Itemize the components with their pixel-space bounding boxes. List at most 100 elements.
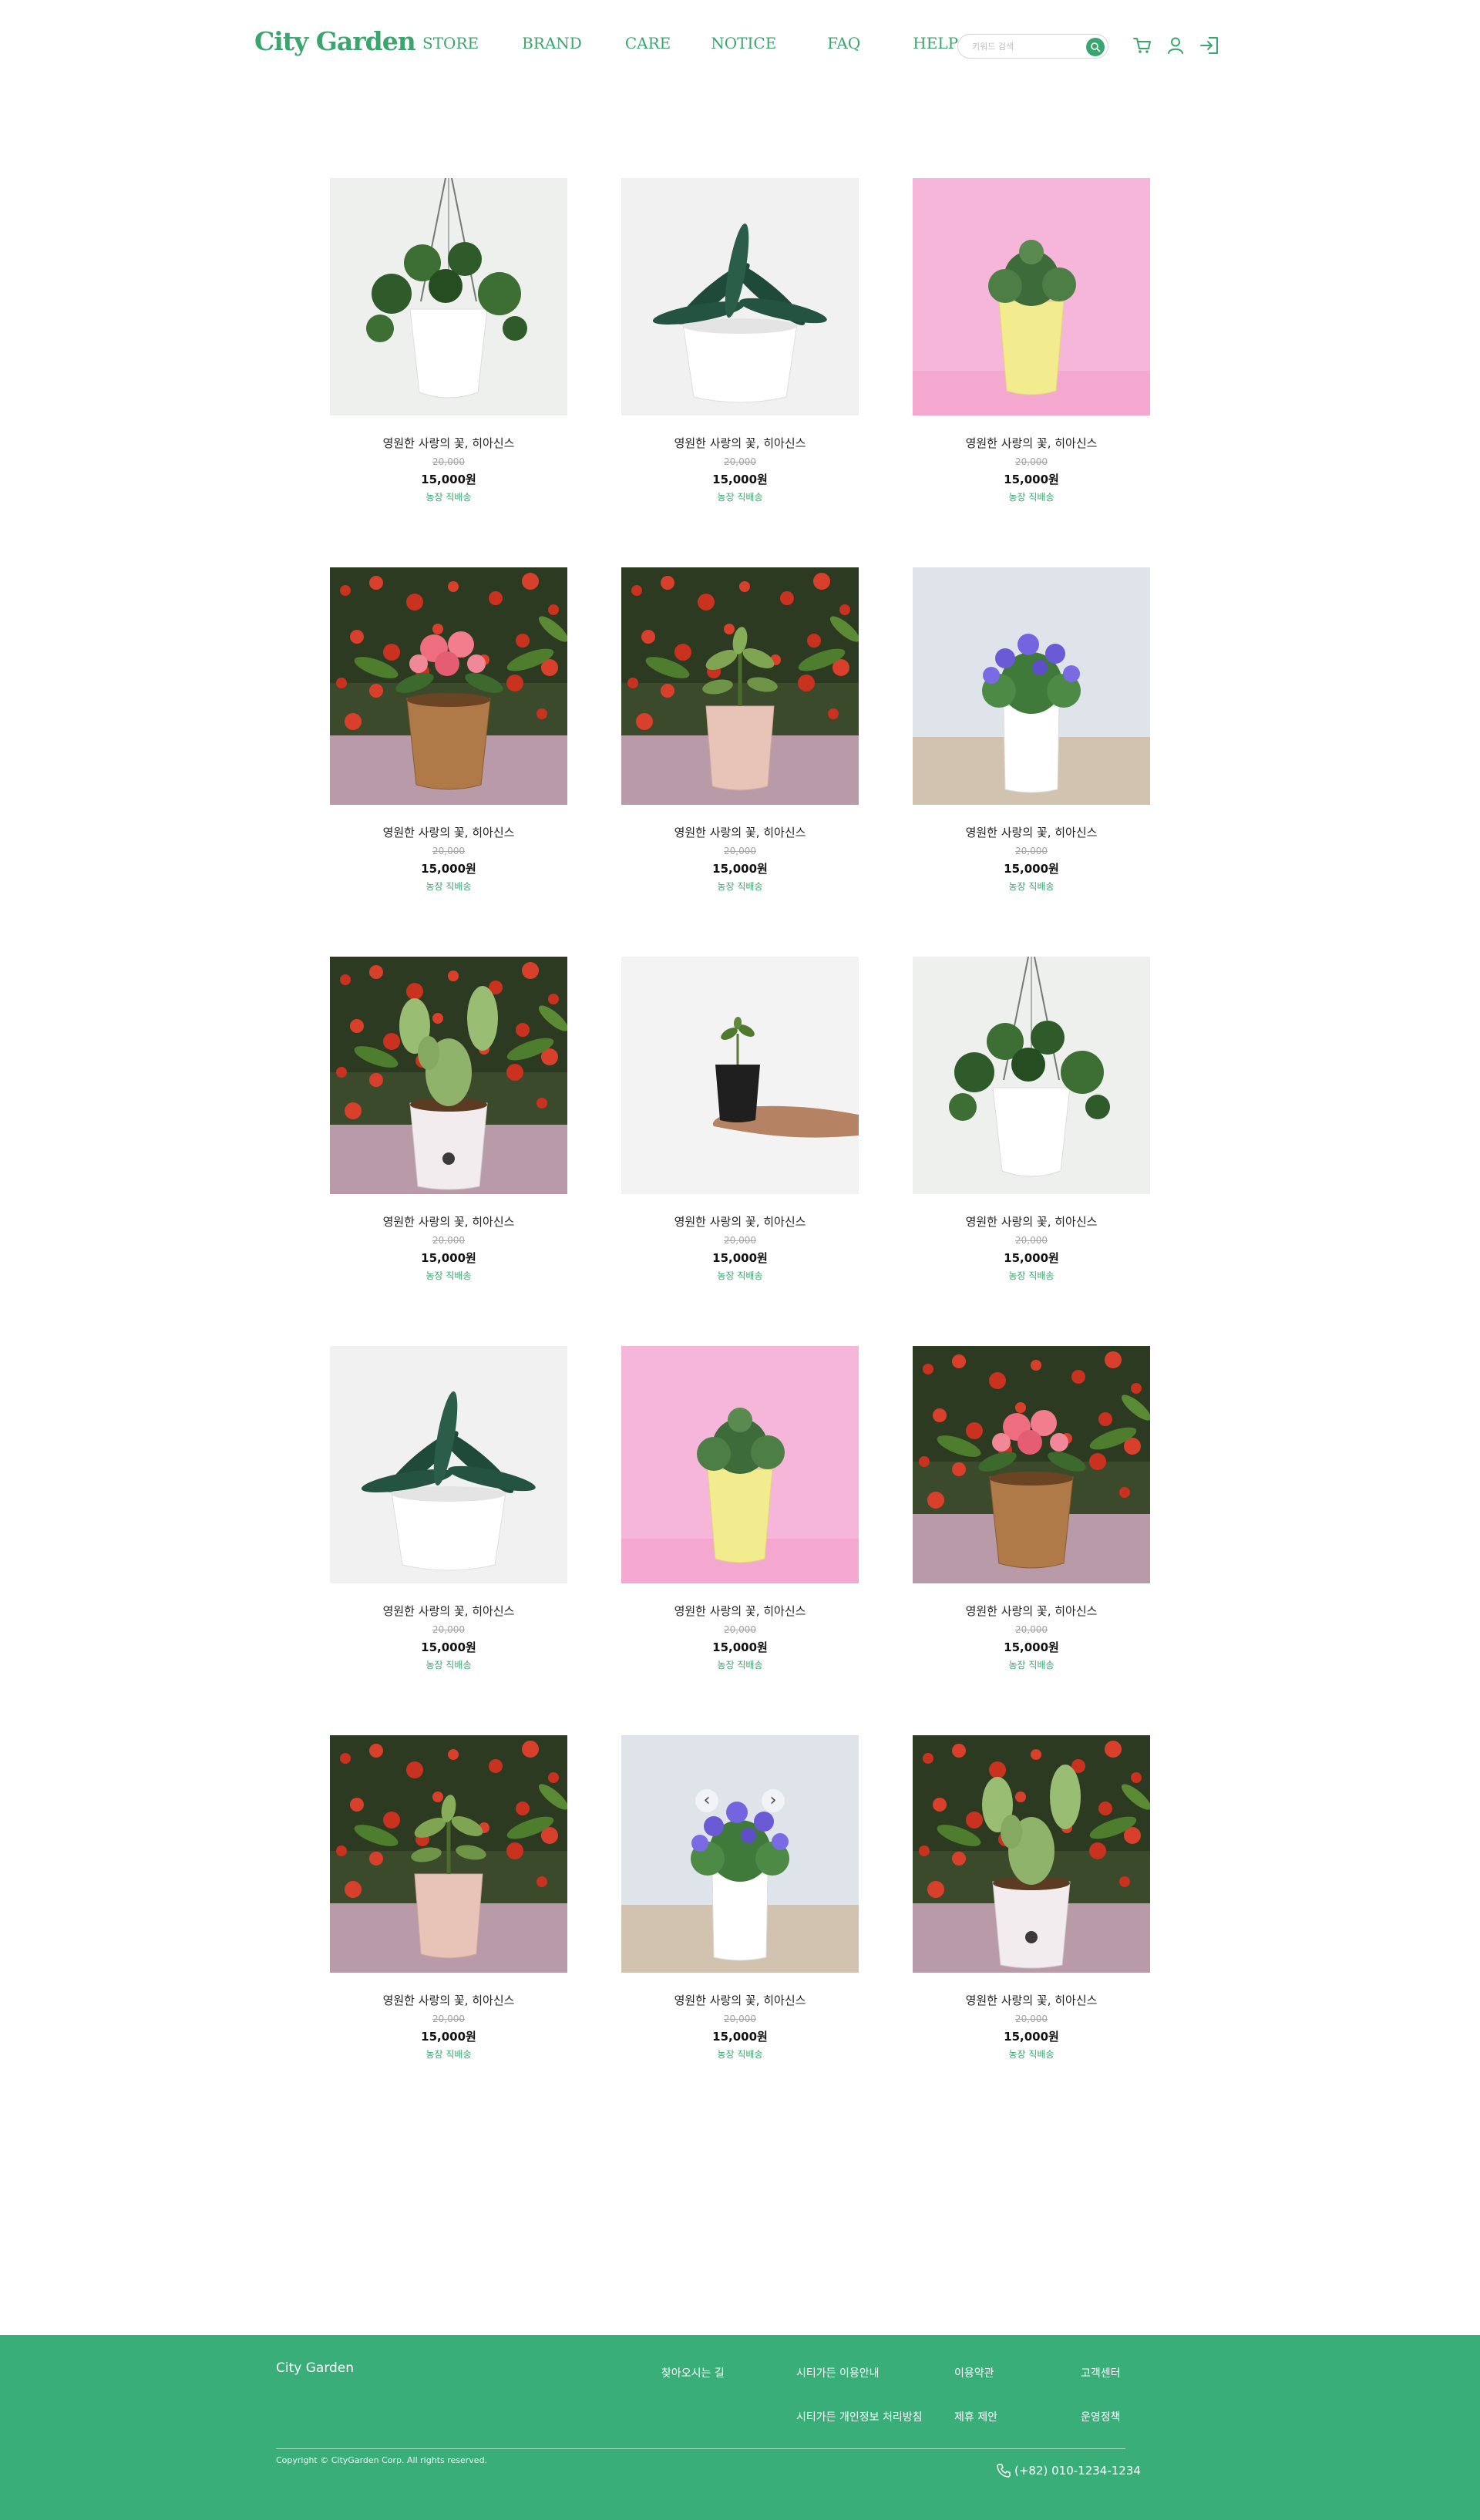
product-image-art (330, 567, 567, 805)
product-name: 영원한 사랑의 꽃, 히아신스 (382, 1604, 515, 1618)
product-price: 15,000원 (1004, 473, 1059, 486)
footer-link-guide[interactable]: 시티가든 이용안내 (796, 2365, 880, 2380)
product-image[interactable] (913, 957, 1150, 1194)
product-original-price: 20,000 (724, 2014, 756, 2024)
product-price: 15,000원 (421, 1251, 476, 1265)
product-name: 영원한 사랑의 꽃, 히아신스 (674, 1215, 806, 1229)
product-card[interactable]: 영원한 사랑의 꽃, 히아신스 20,000 15,000원농장 직배송 (330, 567, 567, 929)
product-image[interactable] (330, 957, 567, 1194)
footer-logo[interactable]: City Garden (276, 2360, 354, 2376)
login-icon (1200, 37, 1218, 54)
product-name: 영원한 사랑의 꽃, 히아신스 (965, 1604, 1098, 1618)
product-shipping-label: 농장 직배송 (1008, 1270, 1054, 1281)
product-shipping-label: 농장 직배송 (717, 881, 763, 892)
product-image[interactable] (621, 957, 859, 1194)
product-image-art (621, 567, 859, 805)
product-shipping-label: 농장 직배송 (717, 492, 763, 503)
search-input[interactable] (972, 39, 1080, 54)
footer-divider (276, 2448, 1125, 2449)
product-original-price: 20,000 (432, 2014, 465, 2024)
product-card[interactable]: 영원한 사랑의 꽃, 히아신스 20,000 15,000원 농장 직배송 (621, 957, 859, 1318)
product-card[interactable]: 영원한 사랑의 꽃, 히아신스 20,000 15,000원 농장 직배송 (330, 1735, 567, 2097)
product-price: 15,000원 (1004, 1640, 1059, 1654)
main-nav: STORE BRAND CARE NOTICE FAQ HELP (422, 34, 958, 52)
carousel-prev-button[interactable]: ‹ (695, 1789, 718, 1812)
product-name: 영원한 사랑의 꽃, 히아신스 (674, 1993, 806, 2007)
product-shipping-label: 농장 직배송 (717, 1270, 763, 1281)
product-price: 15,000원 (421, 862, 476, 876)
product-image[interactable] (913, 178, 1150, 416)
site-logo[interactable]: City Garden (254, 26, 416, 56)
footer-link-directions[interactable]: 찾아오시는 길 (661, 2365, 725, 2380)
product-image-art (330, 178, 567, 416)
product-image[interactable] (913, 1735, 1150, 1973)
product-original-price: 20,000 (432, 1235, 465, 1246)
product-price: 15,000원 (421, 2030, 476, 2044)
account-button[interactable] (1164, 34, 1187, 57)
product-image[interactable] (913, 1346, 1150, 1583)
product-name: 영원한 사랑의 꽃, 히아신스 (382, 826, 515, 839)
product-original-price: 20,000 (1015, 456, 1048, 467)
product-shipping-label: 농장 직배송 (426, 492, 472, 503)
product-price: 15,000원 (1004, 862, 1059, 876)
nav-store[interactable]: STORE (422, 34, 479, 52)
product-shipping-label: 농장 직배송 (717, 2049, 763, 2060)
product-original-price: 20,000 (1015, 2014, 1048, 2024)
footer-phone[interactable]: (+82) 010-1234-1234 (996, 2463, 1141, 2478)
product-original-price: 20,000 (432, 456, 465, 467)
carousel-next-button[interactable]: › (762, 1789, 785, 1812)
product-image-art (330, 957, 567, 1194)
product-image[interactable] (330, 1346, 567, 1583)
product-name: 영원한 사랑의 꽃, 히아신스 (674, 1604, 806, 1618)
product-name: 영원한 사랑의 꽃, 히아신스 (674, 826, 806, 839)
product-image[interactable] (913, 567, 1150, 805)
product-image[interactable] (621, 178, 859, 416)
product-image[interactable] (330, 567, 567, 805)
nav-help[interactable]: HELP (913, 34, 958, 52)
product-original-price: 20,000 (724, 456, 756, 467)
login-button[interactable] (1198, 34, 1221, 57)
footer-link-support[interactable]: 고객센터 (1081, 2365, 1121, 2380)
footer-link-terms[interactable]: 이용약관 (954, 2365, 994, 2380)
product-image[interactable]: ‹ › (621, 1735, 859, 1973)
product-image[interactable] (330, 1735, 567, 1973)
user-icon (1168, 37, 1183, 54)
search-button[interactable] (1086, 38, 1105, 56)
product-original-price: 20,000 (432, 846, 465, 856)
footer-link-partnership[interactable]: 제휴 제안 (954, 2409, 997, 2424)
product-name: 영원한 사랑의 꽃, 히아신스 (382, 1215, 515, 1229)
product-card[interactable]: 영원한 사랑의 꽃, 히아신스 20,000 15,000원 농장 직배송 (913, 178, 1150, 540)
product-shipping-label: 농장 직배송 (717, 1660, 763, 1670)
product-name: 영원한 사랑의 꽃, 히아신스 (965, 436, 1098, 450)
cart-button[interactable] (1131, 34, 1154, 57)
product-original-price: 20,000 (1015, 1624, 1048, 1635)
product-card[interactable]: 영원한 사랑의 꽃, 히아신스 20,000 15,000원 농장 직배송 (621, 178, 859, 540)
product-card[interactable]: 영원한 사랑의 꽃, 히아신스 20,000 15,000원 농장 직배송 (913, 1735, 1150, 2097)
nav-brand[interactable]: BRAND (522, 34, 582, 52)
product-card[interactable]: 영원한 사랑의 꽃, 히아신스 20,000 15,000원 농장 직배송 (330, 1346, 567, 1707)
product-image-art (330, 1346, 567, 1583)
product-shipping-label: 농장 직배송 (426, 1660, 472, 1670)
product-card[interactable]: 영원한 사랑의 꽃, 히아신스 20,000 15,000원 농장 직배송 (621, 567, 859, 929)
footer-link-policy[interactable]: 운영정책 (1081, 2409, 1121, 2424)
product-image-art (621, 178, 859, 416)
footer-link-privacy[interactable]: 시티가든 개인정보 처리방침 (796, 2409, 922, 2424)
product-image[interactable] (621, 567, 859, 805)
product-card[interactable]: ‹ › 영원한 사랑의 꽃, 히아신스 20,000 15,000원 농장 직배송 (621, 1735, 859, 2097)
product-name: 영원한 사랑의 꽃, 히아신스 (965, 1993, 1098, 2007)
product-card[interactable]: 영원한 사랑의 꽃, 히아신스 20,000 15,000원 농장 직배송 (330, 178, 567, 540)
product-shipping-label: 농장 직배송 (426, 881, 472, 892)
nav-care[interactable]: CARE (625, 34, 671, 52)
product-image-art (913, 567, 1150, 805)
product-card[interactable]: 영원한 사랑의 꽃, 히아신스 20,000 15,000원 농장 직배송 (913, 567, 1150, 929)
product-card[interactable]: 영원한 사랑의 꽃, 히아신스 20,000 15,000원 농장 직배송 (621, 1346, 859, 1707)
product-price: 15,000원 (1004, 1251, 1059, 1265)
product-card[interactable]: 영원한 사랑의 꽃, 히아신스 20,000 15,000원 농장 직배송 (913, 1346, 1150, 1707)
nav-notice[interactable]: NOTICE (711, 34, 776, 52)
product-image[interactable] (330, 178, 567, 416)
product-price: 15,000원 (712, 2030, 768, 2044)
product-card[interactable]: 영원한 사랑의 꽃, 히아신스 20,000 15,000원 농장 직배송 (913, 957, 1150, 1318)
product-card[interactable]: 영원한 사랑의 꽃, 히아신스 20,000 15,000원 농장 직배송 (330, 957, 567, 1318)
nav-faq[interactable]: FAQ (827, 34, 860, 52)
product-image[interactable] (621, 1346, 859, 1583)
